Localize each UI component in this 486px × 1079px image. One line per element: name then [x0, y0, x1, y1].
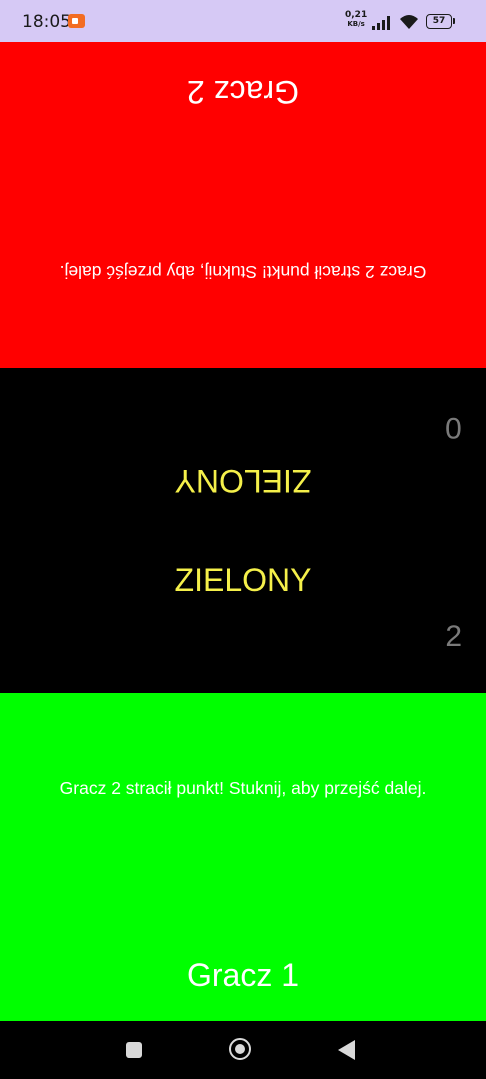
status-bar: 18:05 0,21 KB/s 57 [0, 0, 486, 42]
player1-score: 2 [445, 620, 462, 653]
player2-name: Gracz 2 [186, 74, 300, 110]
network-speed-unit: KB/s [347, 20, 365, 28]
color-word-player1: ZIELONY [174, 562, 312, 598]
player1-tap-area[interactable]: Gracz 2 stracił punkt! Stuknij, aby prze… [0, 693, 486, 1021]
battery-icon: 57 [426, 14, 455, 29]
center-area: 0 ZIELONY ZIELONY 2 [0, 368, 486, 693]
player1-name: Gracz 1 [186, 957, 300, 993]
back-icon[interactable] [338, 1040, 355, 1060]
player2-tap-area[interactable]: Gracz 2 Gracz 2 stracił punkt! Stuknij, … [0, 42, 486, 368]
player2-score: 0 [445, 411, 462, 444]
app-notification-icon [68, 14, 85, 28]
color-word-player2: ZIELONY [174, 463, 312, 499]
battery-tip [453, 18, 455, 24]
player2-message: Gracz 2 stracił punkt! Stuknij, aby prze… [59, 262, 427, 282]
navigation-bar [0, 1021, 486, 1079]
signal-icon [372, 16, 390, 30]
battery-level: 57 [426, 14, 452, 29]
wifi-icon [400, 15, 418, 29]
recents-icon[interactable] [126, 1042, 142, 1058]
network-speed-value: 0,21 [345, 10, 368, 20]
home-icon[interactable] [229, 1038, 251, 1060]
player1-message: Gracz 2 stracił punkt! Stuknij, aby prze… [59, 778, 427, 798]
player2-content: Gracz 2 Gracz 2 stracił punkt! Stuknij, … [0, 42, 486, 368]
network-speed: 0,21 KB/s [345, 11, 367, 29]
status-time: 18:05 [22, 12, 71, 32]
